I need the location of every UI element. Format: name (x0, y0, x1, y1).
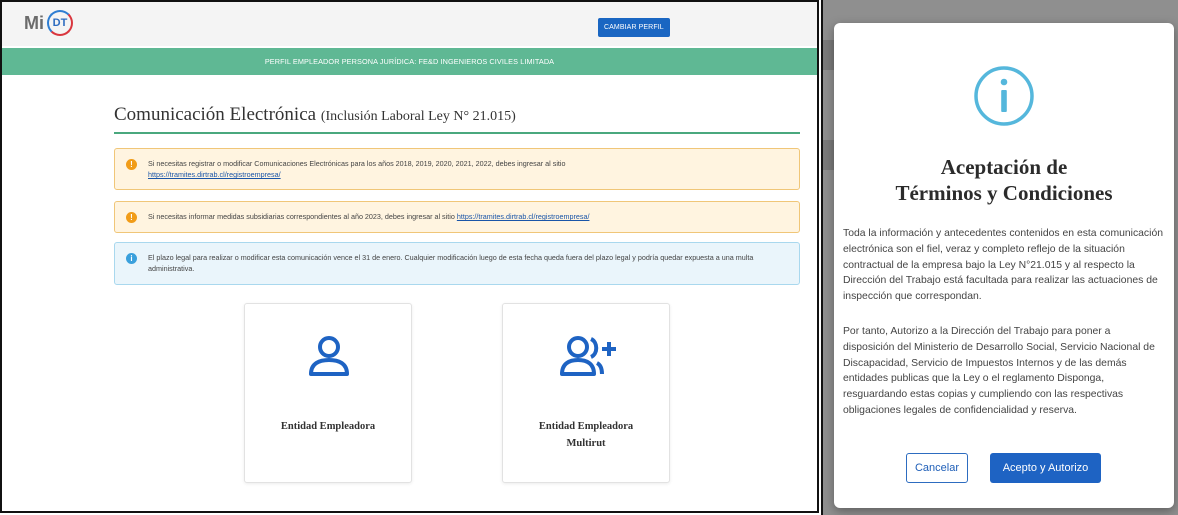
alert-warning-registro: ! Si necesitas registrar o modificar Com… (114, 148, 800, 190)
main-panel: Mi DT CAMBIAR PERFIL PERFIL EMPLEADOR PE… (0, 0, 819, 513)
info-circle-icon (974, 66, 1034, 126)
modal-title-line1: Aceptación de (940, 155, 1068, 179)
cancel-button[interactable]: Cancelar (906, 453, 968, 483)
alert-warning-subsidiarias: ! Si necesitas informar medidas subsidia… (114, 201, 800, 233)
alert-info-plazo: i El plazo legal para realizar o modific… (114, 242, 800, 285)
card-label: Entidad Empleadora (280, 421, 376, 432)
profile-bar: PERFIL EMPLEADOR PERSONA JURÍDICA: FE&D … (2, 48, 817, 75)
page-title-main: Comunicación Electrónica (114, 104, 317, 125)
terms-paragraph-1: Toda la información y antecedentes conte… (843, 228, 1163, 303)
page-title: Comunicación Electrónica (Inclusión Labo… (114, 104, 516, 126)
card-label-line2: Multirut (566, 438, 606, 449)
change-profile-button[interactable]: CAMBIAR PERFIL (598, 18, 670, 37)
logo-dt-circle: DT (47, 10, 73, 36)
card-label-line1: Entidad Empleadora (538, 421, 634, 432)
alert-link[interactable]: https://tramites.dirtrab.cl/registroempr… (457, 212, 590, 221)
logo-dt-text: DT (52, 17, 68, 29)
card-entidad-empleadora-multirut[interactable]: Entidad Empleadora Multirut (502, 303, 670, 483)
mi-dt-logo[interactable]: Mi DT (24, 10, 73, 36)
card-entidad-empleadora[interactable]: Entidad Empleadora (244, 303, 412, 483)
warning-icon: ! (126, 159, 137, 170)
alert-text: El plazo legal para realizar o modificar… (148, 253, 754, 273)
top-bar: Mi DT CAMBIAR PERFIL (2, 2, 817, 46)
alert-text: Si necesitas informar medidas subsidiari… (148, 212, 455, 221)
terms-paragraph-2: Por tanto, Autorizo a la Dirección del T… (843, 326, 1155, 416)
accept-authorize-button[interactable]: Acepto y Autorizo (990, 453, 1101, 483)
warning-icon: ! (126, 212, 137, 223)
page-title-subtitle: (Inclusión Laboral Ley N° 21.015) (320, 109, 516, 124)
alert-text: Si necesitas registrar o modificar Comun… (148, 159, 566, 168)
modal-title: Aceptación de Términos y Condiciones (834, 154, 1174, 206)
info-icon: i (126, 253, 137, 264)
user-icon (309, 336, 349, 376)
modal-title-line2: Términos y Condiciones (895, 181, 1113, 205)
terms-modal: Aceptación de Términos y Condiciones Tod… (834, 23, 1174, 508)
logo-mi-text: Mi (24, 12, 44, 33)
title-divider (114, 132, 800, 134)
user-plus-icon (560, 336, 616, 376)
alert-link[interactable]: https://tramites.dirtrab.cl/registroempr… (148, 170, 281, 179)
